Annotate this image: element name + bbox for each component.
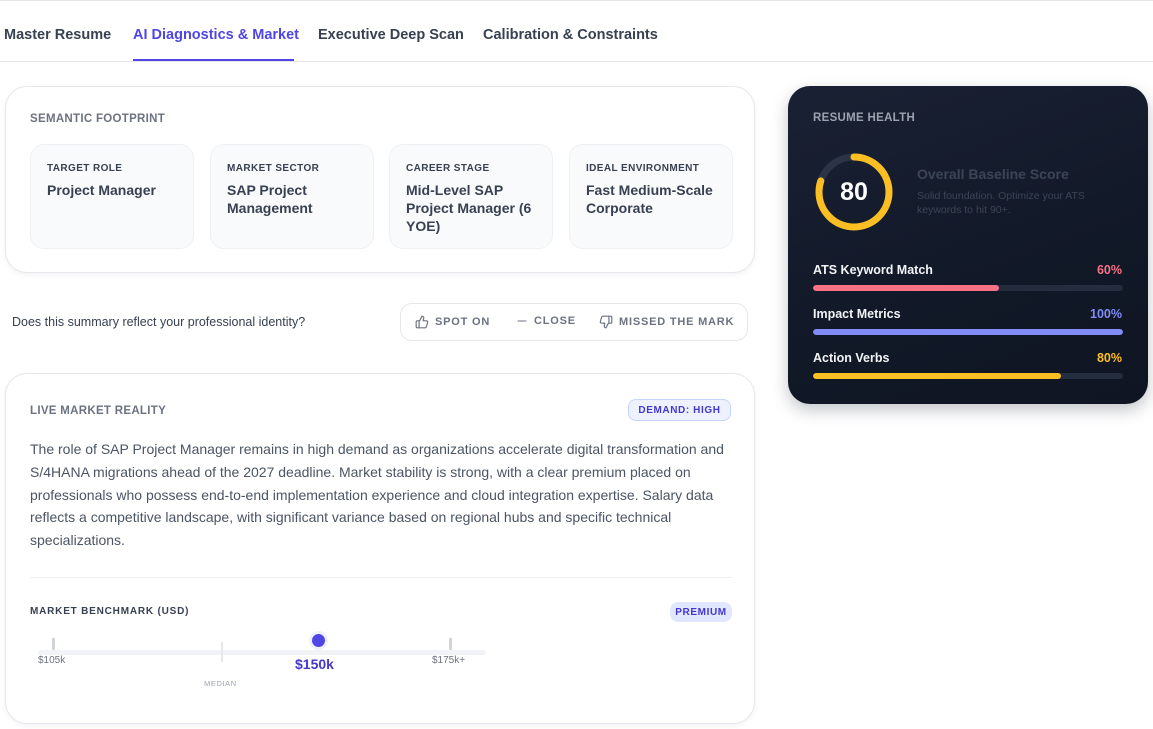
semantic-footprint-card: SEMANTIC FOOTPRINT TARGET ROLE Project M… (5, 86, 755, 273)
top-border (0, 0, 1153, 1)
median-tick (221, 642, 223, 662)
score-subtitle: Solid foundation. Optimize your ATS keyw… (917, 190, 1085, 216)
metric-bar-ats (813, 285, 1123, 291)
close-label: CLOSE (534, 315, 576, 327)
tile-label: CAREER STAGE (406, 163, 490, 174)
metric-bar-impact (813, 329, 1123, 335)
metric-bar-fill (813, 373, 1061, 379)
tile-ideal-environment: IDEAL ENVIRONMENT Fast Medium-Scale Corp… (569, 144, 733, 249)
tab-executive-deep-scan[interactable]: Executive Deep Scan (318, 27, 464, 43)
close-button[interactable]: CLOSE (516, 315, 576, 327)
section-divider (30, 577, 732, 578)
current-salary-value: $150k (295, 656, 334, 672)
low-tick (52, 638, 55, 650)
median-label: MEDIAN (204, 679, 237, 688)
tile-target-role: TARGET ROLE Project Manager (30, 144, 194, 249)
metric-value-impact: 100% (1090, 307, 1122, 321)
high-salary-label: $175k+ (432, 655, 466, 666)
tile-label: IDEAL ENVIRONMENT (586, 163, 700, 174)
missed-label: MISSED THE MARK (619, 316, 735, 328)
metric-bar-fill (813, 285, 999, 291)
active-tab-indicator (133, 59, 294, 61)
tile-value: SAP Project Management (227, 182, 313, 216)
high-tick (449, 638, 452, 650)
feedback-question: Does this summary reflect your professio… (12, 315, 306, 329)
tab-bar: Master Resume AI Diagnostics & Market Ex… (0, 14, 1153, 62)
tile-value: Fast Medium-Scale Corporate (586, 182, 713, 216)
thumbs-up-icon (415, 315, 429, 329)
current-salary-marker[interactable] (312, 634, 325, 647)
minus-icon (516, 315, 528, 327)
tab-calibration[interactable]: Calibration & Constraints (483, 27, 658, 43)
metric-label-action-verbs: Action Verbs (813, 351, 890, 365)
resume-health-title: RESUME HEALTH (813, 112, 916, 124)
tile-value: Mid-Level SAP Project Manager (6 YOE) (406, 182, 532, 234)
resume-health-card: RESUME HEALTH 80 Overall Baseline Score … (788, 86, 1148, 404)
score-value: 80 (840, 177, 868, 206)
premium-badge: PREMIUM (670, 602, 732, 622)
spot-on-button[interactable]: SPOT ON (415, 315, 490, 329)
tab-master-resume[interactable]: Master Resume (4, 27, 111, 43)
low-salary-label: $105k (38, 655, 66, 666)
metric-value-ats: 60% (1096, 263, 1122, 277)
tile-label: MARKET SECTOR (227, 163, 320, 174)
spot-on-label: SPOT ON (435, 316, 491, 328)
tab-ai-diagnostics[interactable]: AI Diagnostics & Market (133, 27, 299, 43)
tile-market-sector: MARKET SECTOR SAP Project Management (210, 144, 374, 249)
live-market-card: LIVE MARKET REALITY DEMAND: HIGH The rol… (5, 373, 755, 724)
metric-bar-fill (813, 329, 1123, 335)
missed-the-mark-button[interactable]: MISSED THE MARK (599, 315, 734, 329)
market-description: The role of SAP Project Manager remains … (30, 441, 724, 549)
metric-bar-action-verbs (813, 373, 1123, 379)
feedback-button-group: SPOT ON CLOSE MISSED THE MARK (400, 303, 748, 341)
benchmark-label: MARKET BENCHMARK (USD) (30, 606, 190, 617)
salary-range-track (38, 650, 486, 655)
tile-career-stage: CAREER STAGE Mid-Level SAP Project Manag… (389, 144, 553, 249)
score-title: Overall Baseline Score (917, 166, 1069, 182)
metric-value-action-verbs: 80% (1096, 351, 1122, 365)
live-market-title: LIVE MARKET REALITY (30, 405, 167, 417)
metric-label-impact: Impact Metrics (813, 307, 901, 321)
tile-value: Project Manager (47, 182, 156, 198)
metric-label-ats: ATS Keyword Match (813, 263, 933, 277)
tile-label: TARGET ROLE (47, 163, 123, 174)
demand-badge: DEMAND: HIGH (628, 399, 731, 421)
semantic-footprint-title: SEMANTIC FOOTPRINT (30, 113, 166, 125)
thumbs-down-icon (599, 315, 613, 329)
